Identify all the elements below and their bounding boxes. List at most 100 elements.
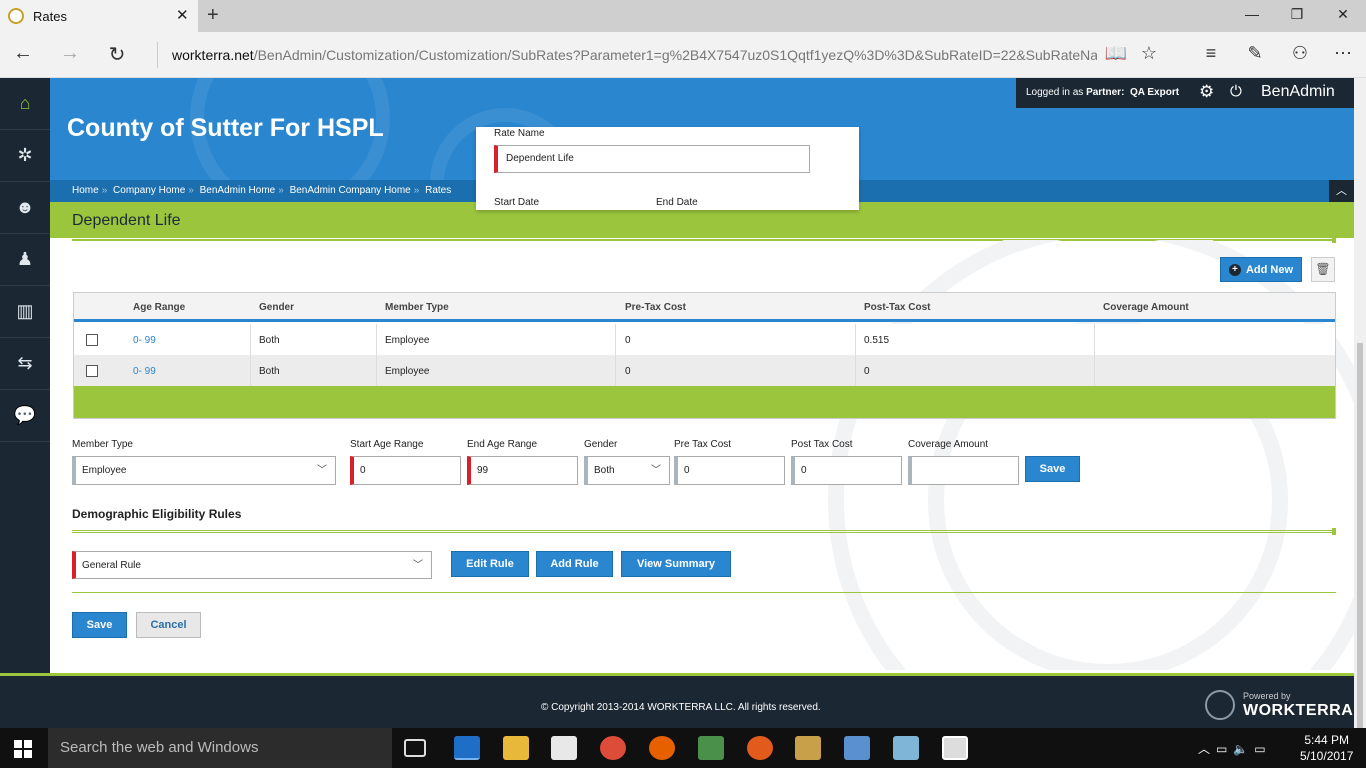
column-header[interactable]: Post-Tax Cost xyxy=(864,302,931,313)
site-favicon-icon xyxy=(8,8,24,24)
sidebar-user-icon[interactable]: ♟ xyxy=(0,234,50,286)
new-tab-icon[interactable]: + xyxy=(207,4,219,27)
column-header[interactable]: Member Type xyxy=(385,302,449,313)
sidebar-transfer-icon[interactable]: ⇆ xyxy=(0,338,50,390)
member-type-cell: Employee xyxy=(385,335,430,346)
save-button[interactable]: Save xyxy=(72,612,127,638)
hub-icon[interactable]: ≡ xyxy=(1199,43,1223,64)
start-age-label: Start Age Range xyxy=(350,439,424,450)
start-age-input[interactable]: 0 xyxy=(350,456,461,485)
sidebar-puzzle-icon[interactable]: ✲ xyxy=(0,130,50,182)
rate-name-input[interactable]: Dependent Life xyxy=(494,145,810,173)
save-rate-button[interactable]: Save xyxy=(1025,456,1080,482)
chrome-icon[interactable] xyxy=(600,736,626,760)
reading-view-icon[interactable]: 📖 xyxy=(1104,43,1128,64)
pre-tax-cell: 0 xyxy=(625,335,631,346)
taskbar-search-box[interactable]: Search the web and Windows xyxy=(48,728,392,768)
column-header[interactable]: Age Range xyxy=(133,302,185,313)
store-icon[interactable] xyxy=(551,736,577,760)
column-header[interactable]: Coverage Amount xyxy=(1103,302,1189,313)
copyright-text: © Copyright 2013-2014 WORKTERRA LLC. All… xyxy=(541,702,821,713)
breadcrumb-benadmin-home[interactable]: BenAdmin Home xyxy=(200,185,276,196)
end-age-input[interactable]: 99 xyxy=(467,456,578,485)
page-footer: © Copyright 2013-2014 WORKTERRA LLC. All… xyxy=(0,673,1354,728)
sidebar-chat-icon[interactable]: 💬 xyxy=(0,390,50,442)
pre-tax-cell: 0 xyxy=(625,366,631,377)
minimize-icon[interactable]: — xyxy=(1242,6,1262,22)
app-icon[interactable] xyxy=(893,736,919,760)
app-icon[interactable] xyxy=(747,736,773,760)
gender-select[interactable]: Both ﹀ xyxy=(584,456,670,485)
sidebar-user-settings-icon[interactable]: ☻ xyxy=(0,182,50,234)
file-explorer-icon[interactable] xyxy=(503,736,529,760)
view-summary-button[interactable]: View Summary xyxy=(621,551,731,577)
url-field[interactable]: workterra.net/BenAdmin/Customization/Cus… xyxy=(157,42,1097,68)
table-row[interactable]: 0- 99 Both Employee 0 0 xyxy=(74,355,1335,386)
restore-icon[interactable]: ❐ xyxy=(1287,6,1307,23)
close-window-icon[interactable]: ✕ xyxy=(1333,6,1353,23)
divider xyxy=(72,528,1336,535)
age-range-link[interactable]: 0- 99 xyxy=(133,366,156,377)
system-tray-icons[interactable]: ︿▭🔈▭ xyxy=(1198,740,1272,757)
rates-table: Age Range Gender Member Type Pre-Tax Cos… xyxy=(73,292,1336,419)
task-view-icon[interactable] xyxy=(404,739,426,757)
edge-browser-icon[interactable] xyxy=(454,736,480,760)
tools-icon[interactable] xyxy=(795,736,821,760)
post-tax-label: Post Tax Cost xyxy=(791,439,853,450)
scrollbar-thumb[interactable] xyxy=(1357,343,1363,743)
power-icon[interactable]: ⏻ xyxy=(1230,83,1242,100)
column-header[interactable]: Gender xyxy=(259,302,294,313)
rule-select[interactable]: General Rule ﹀ xyxy=(72,551,432,579)
rate-name-label: Rate Name xyxy=(494,128,545,139)
breadcrumb-rates[interactable]: Rates xyxy=(425,185,451,196)
add-rule-button[interactable]: Add Rule xyxy=(536,551,613,577)
cancel-button[interactable]: Cancel xyxy=(136,612,201,638)
web-note-icon[interactable]: ✎ xyxy=(1243,43,1267,64)
gear-icon[interactable]: ⚙ xyxy=(1199,82,1214,102)
more-icon[interactable]: ⋯ xyxy=(1331,43,1355,64)
gender-label: Gender xyxy=(584,439,618,450)
end-date-label: End Date xyxy=(656,197,698,208)
windows-start-icon[interactable] xyxy=(14,740,32,758)
refresh-icon[interactable]: ↻ xyxy=(104,42,130,67)
taskbar-clock[interactable]: 5:44 PM 5/10/2017 xyxy=(1300,732,1353,764)
firefox-icon[interactable] xyxy=(649,736,675,760)
browser-tab[interactable]: Rates ✕ xyxy=(0,0,198,32)
app-icon[interactable] xyxy=(698,736,724,760)
table-footer xyxy=(74,386,1335,418)
coverage-amount-input[interactable] xyxy=(908,456,1019,485)
collapse-header-button[interactable]: ︿ xyxy=(1329,180,1354,202)
sidebar-home-icon[interactable]: ⌂ xyxy=(0,78,50,130)
breadcrumb-company-home[interactable]: Company Home xyxy=(113,185,185,196)
row-checkbox[interactable] xyxy=(86,365,98,377)
age-range-link[interactable]: 0- 99 xyxy=(133,335,156,346)
user-bar: Logged in as Partner: QA Export ⚙ ⏻ BenA… xyxy=(1016,78,1354,108)
row-checkbox[interactable] xyxy=(86,334,98,346)
close-tab-icon[interactable]: ✕ xyxy=(176,6,189,24)
column-header[interactable]: Pre-Tax Cost xyxy=(625,302,686,313)
paint-icon[interactable] xyxy=(844,736,870,760)
member-type-select[interactable]: Employee ﹀ xyxy=(72,456,336,485)
post-tax-input[interactable]: 0 xyxy=(791,456,902,485)
breadcrumb-benadmin-company-home[interactable]: BenAdmin Company Home xyxy=(290,185,411,196)
sidebar-chart-icon[interactable]: ▥ xyxy=(0,286,50,338)
pre-tax-input[interactable]: 0 xyxy=(674,456,785,485)
add-new-button[interactable]: + Add New xyxy=(1220,257,1302,282)
page-scrollbar[interactable] xyxy=(1354,78,1366,743)
share-icon[interactable]: ⚇ xyxy=(1288,43,1312,64)
trash-icon: 🗑 xyxy=(1315,262,1331,276)
end-age-label: End Age Range xyxy=(467,439,538,450)
workterra-emblem-icon xyxy=(1205,690,1235,720)
back-icon[interactable]: ← xyxy=(10,42,36,65)
edit-rule-button[interactable]: Edit Rule xyxy=(451,551,529,577)
chevron-down-icon: ﹀ xyxy=(317,465,327,476)
company-name: County of Sutter For HSPL xyxy=(67,114,384,142)
forward-icon[interactable]: → xyxy=(57,42,83,65)
delete-button[interactable]: 🗑 xyxy=(1311,257,1335,282)
coverage-amount-label: Coverage Amount xyxy=(908,439,989,450)
favorite-star-icon[interactable]: ☆ xyxy=(1137,43,1161,64)
table-row[interactable]: 0- 99 Both Employee 0 0.515 xyxy=(74,324,1335,355)
breadcrumb-home[interactable]: Home xyxy=(72,185,99,196)
rate-name-popup: Rate Name Dependent Life Start Date End … xyxy=(476,127,859,210)
photos-icon[interactable] xyxy=(942,736,968,760)
